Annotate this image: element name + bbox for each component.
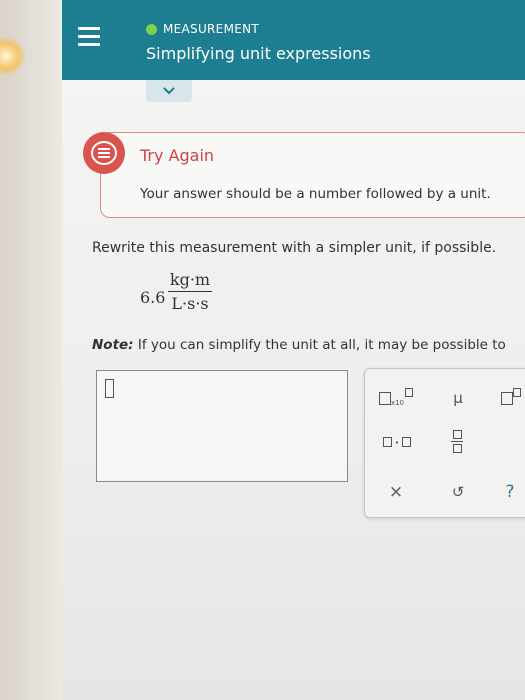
scientific-notation-button[interactable]: x10 <box>379 387 413 409</box>
undo-button[interactable]: ↺ <box>447 481 469 503</box>
clear-button[interactable]: × <box>385 481 407 503</box>
x10-label: x10 <box>390 399 405 407</box>
hamburger-menu-icon[interactable] <box>78 22 104 52</box>
photo-left-edge <box>0 0 62 700</box>
note-label: Note: <box>92 337 134 353</box>
exponent-button[interactable] <box>499 387 523 409</box>
feedback-title: Try Again <box>140 146 215 165</box>
chevron-down-icon[interactable] <box>146 80 192 102</box>
feedback-message: Your answer should be a number followed … <box>140 186 491 202</box>
measurement-coefficient: 6.6 <box>140 288 166 307</box>
unit-numerator: kg·m <box>169 270 211 289</box>
unit-denominator: L·s·s <box>171 294 209 313</box>
module-label: MEASUREMENT <box>146 22 259 36</box>
micro-prefix-button[interactable]: μ <box>447 387 469 409</box>
answer-input[interactable] <box>96 370 348 482</box>
problem-note: Note: If you can simplify the unit at al… <box>92 337 506 353</box>
feedback-alert-icon <box>83 132 125 174</box>
note-text: If you can simplify the unit at all, it … <box>137 337 506 353</box>
status-dot-icon <box>146 23 157 35</box>
feedback-box <box>100 132 525 218</box>
math-keypad: x10 μ · × ↺ ? <box>364 368 525 518</box>
unit-fraction: kg·m L·s·s <box>168 270 212 313</box>
input-cursor <box>105 379 114 398</box>
topic-title: Simplifying unit expressions <box>146 44 371 63</box>
fraction-button[interactable] <box>447 427 467 455</box>
topic-header <box>62 0 525 80</box>
module-name: MEASUREMENT <box>163 22 260 36</box>
help-button[interactable]: ? <box>499 481 521 503</box>
multiply-dot-button[interactable]: · <box>379 431 415 453</box>
problem-instruction: Rewrite this measurement with a simpler … <box>92 240 497 256</box>
